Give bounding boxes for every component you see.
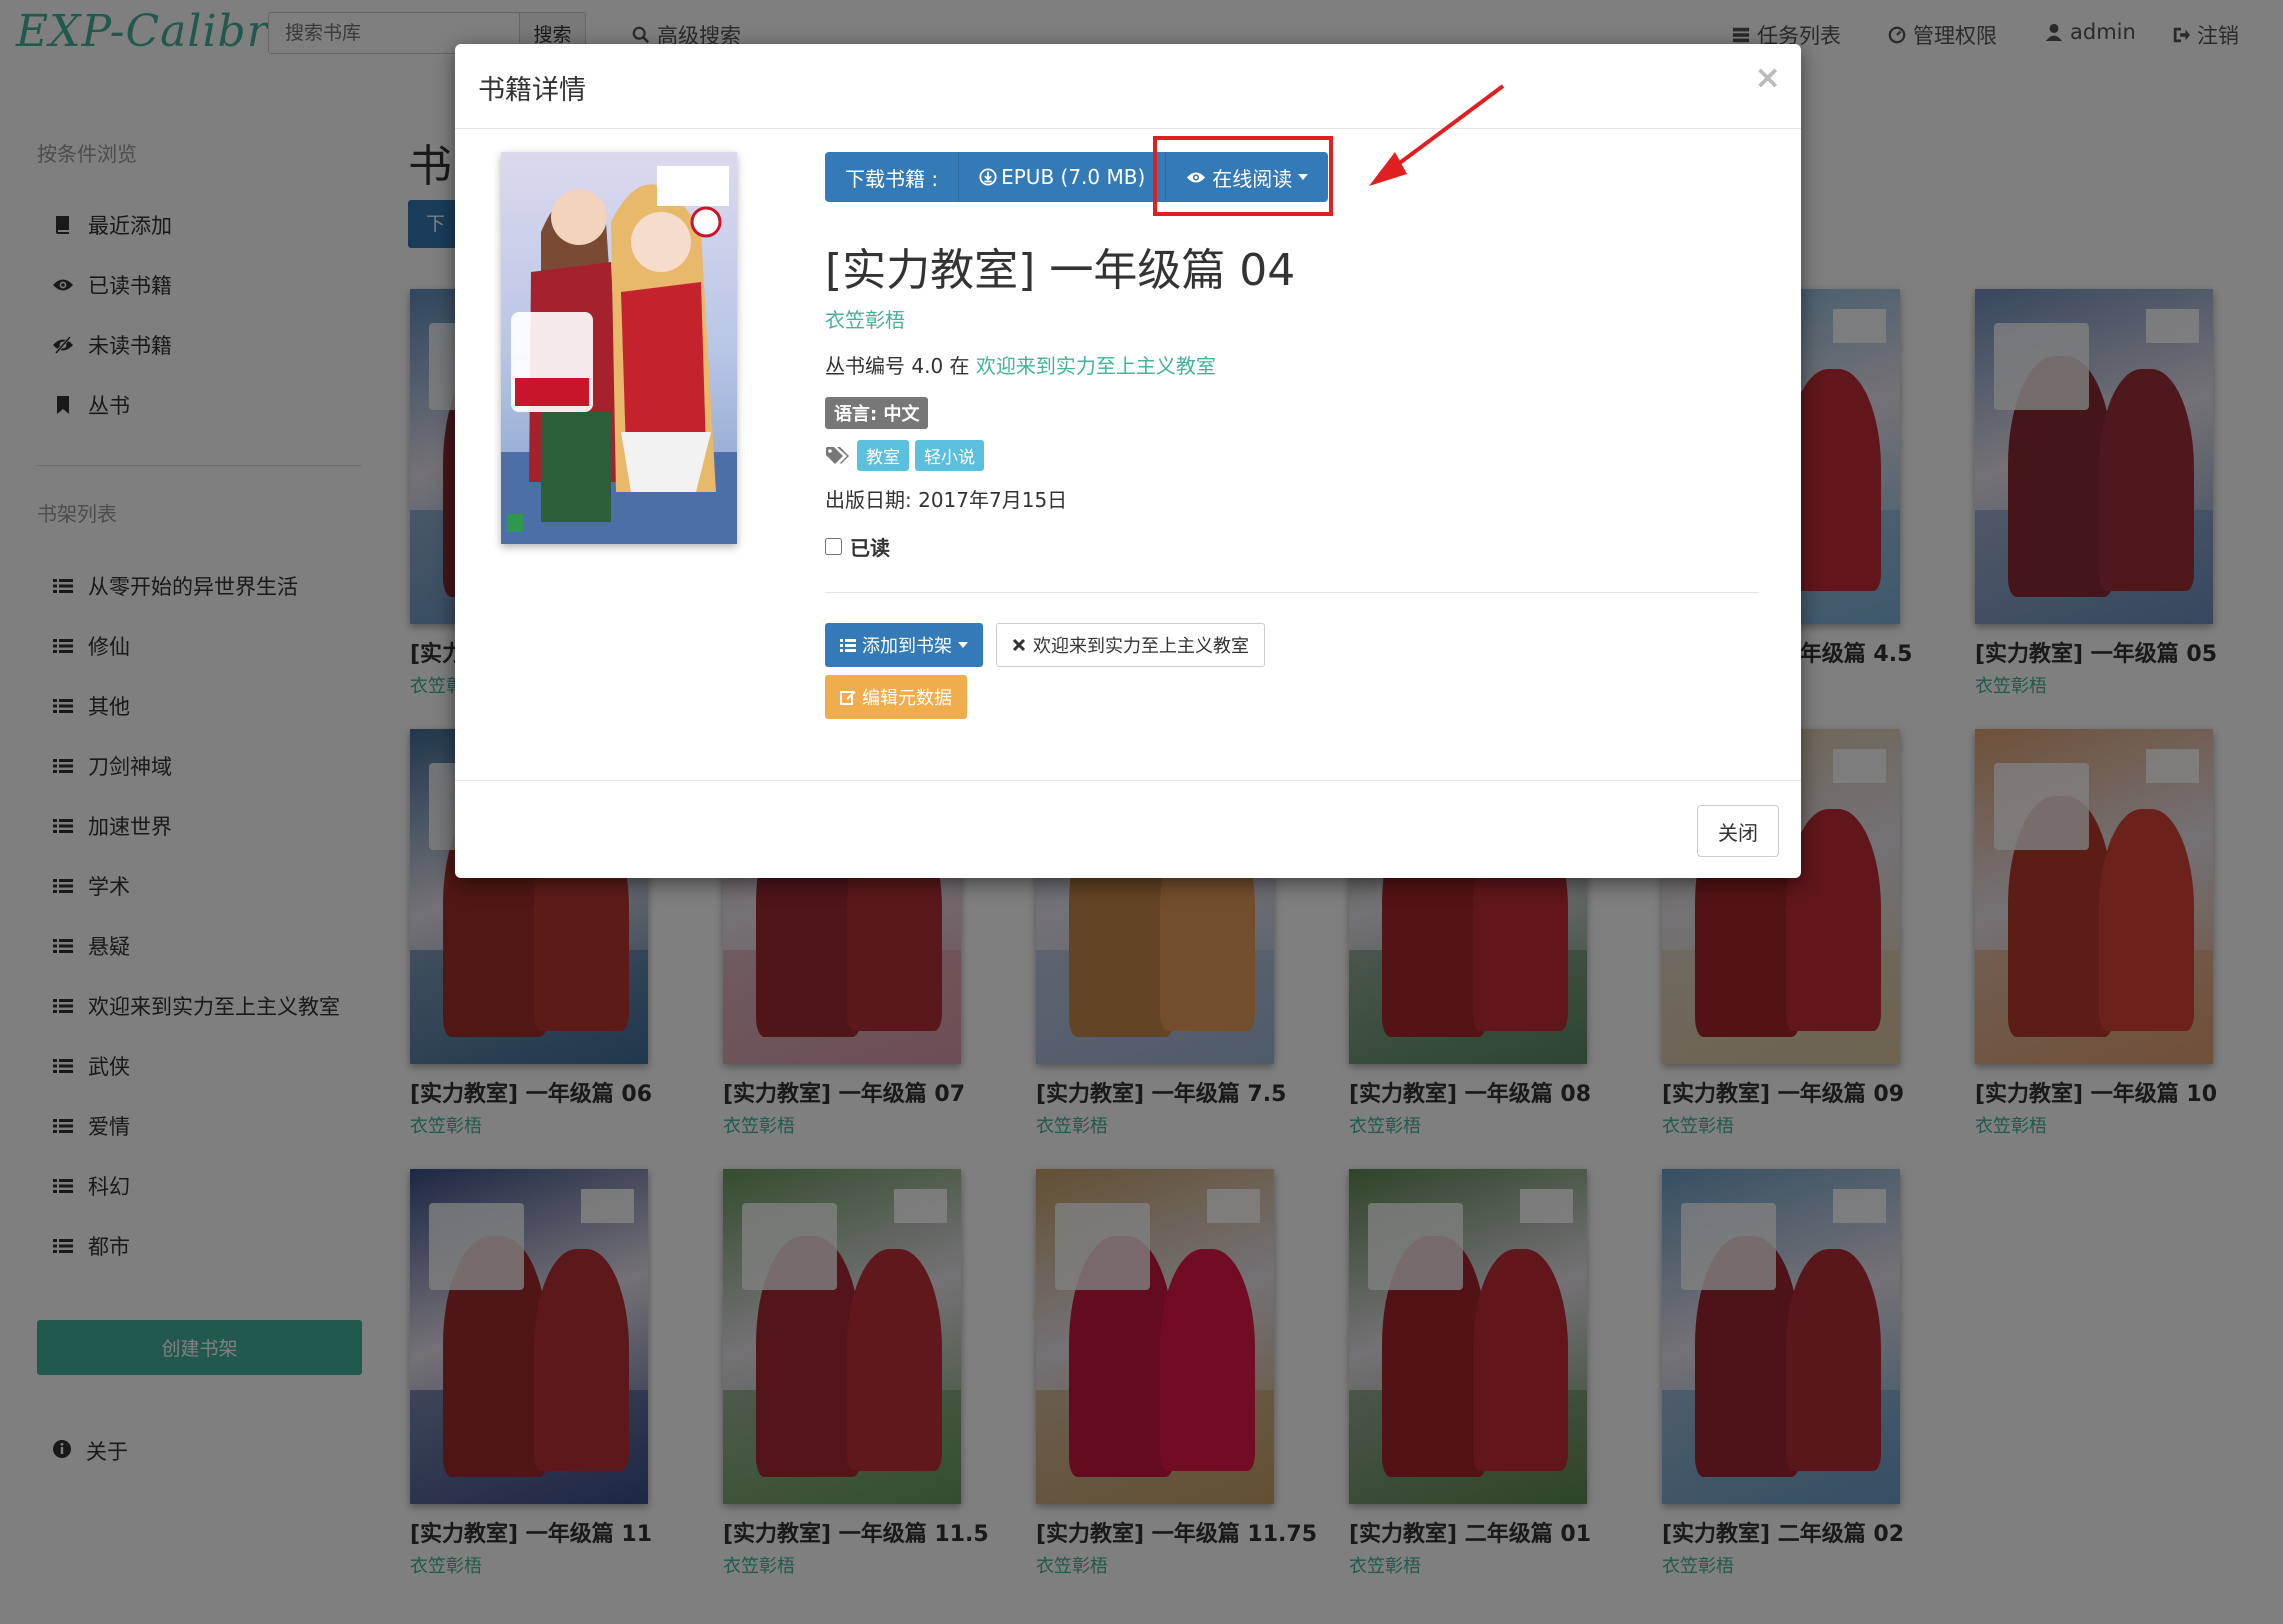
series-link[interactable]: 欢迎来到实力至上主义教室: [976, 354, 1216, 378]
series-info: 丛书编号 4.0 在 欢迎来到实力至上主义教室: [825, 354, 1216, 378]
add-to-shelf-button[interactable]: 添加到书架: [825, 623, 983, 667]
tag-link[interactable]: 轻小说: [915, 440, 984, 471]
read-toggle[interactable]: 已读: [825, 532, 890, 561]
edit-metadata-button[interactable]: 编辑元数据: [825, 675, 967, 719]
modal-title: 书籍详情: [478, 75, 586, 106]
book-cover: [501, 152, 737, 544]
download-icon: [979, 168, 997, 186]
close-icon[interactable]: ×: [1754, 58, 1781, 96]
modal-header: 书籍详情 ×: [455, 44, 1801, 129]
annotation-arrow: [1369, 84, 1505, 186]
modal-footer: 关闭: [455, 780, 1801, 879]
book-details-modal: 书籍详情 × 下载书籍 : EPUB (7.0 MB) 在线阅读 [实力教室] …: [455, 44, 1801, 878]
highlight-box: [1153, 136, 1333, 216]
language-badge: 语言: 中文: [825, 397, 929, 429]
edit-icon: [840, 691, 856, 705]
tag-link[interactable]: 教室: [857, 440, 909, 471]
tags-icon: [826, 446, 849, 464]
close-button[interactable]: 关闭: [1697, 805, 1779, 857]
tags: 教室 轻小说: [825, 440, 984, 471]
epub-download-button[interactable]: EPUB (7.0 MB): [959, 152, 1167, 202]
publish-date: 出版日期: 2017年7月15日: [825, 488, 1068, 512]
remove-from-shelf-button[interactable]: 欢迎来到实力至上主义教室: [996, 623, 1265, 667]
section-divider: [825, 592, 1759, 593]
remove-icon: [1012, 638, 1026, 652]
book-author-link[interactable]: 衣笠彰梧: [825, 304, 905, 333]
read-checkbox[interactable]: [825, 538, 842, 555]
list-icon: [840, 638, 856, 652]
download-label: 下载书籍 :: [825, 152, 960, 202]
caret-down-icon: [958, 642, 968, 648]
book-title: [实力教室] 一年级篇 04: [825, 245, 1296, 296]
